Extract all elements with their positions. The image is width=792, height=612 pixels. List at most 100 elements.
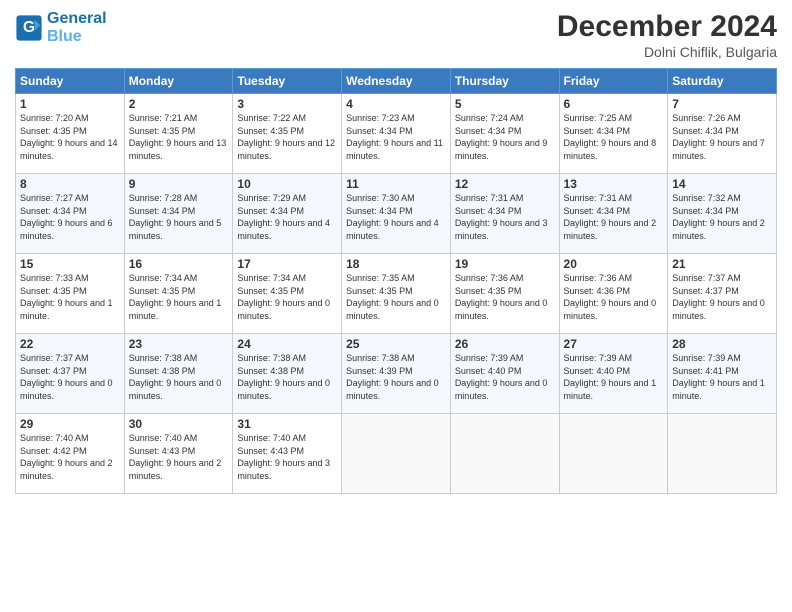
calendar-cell: 11Sunrise: 7:30 AMSunset: 4:34 PMDayligh… xyxy=(342,174,451,254)
day-info: Sunrise: 7:39 AMSunset: 4:40 PMDaylight:… xyxy=(564,352,664,402)
day-number: 22 xyxy=(20,337,120,351)
calendar-cell: 18Sunrise: 7:35 AMSunset: 4:35 PMDayligh… xyxy=(342,254,451,334)
day-info: Sunrise: 7:38 AMSunset: 4:38 PMDaylight:… xyxy=(129,352,229,402)
day-info: Sunrise: 7:22 AMSunset: 4:35 PMDaylight:… xyxy=(237,112,337,162)
calendar-cell: 16Sunrise: 7:34 AMSunset: 4:35 PMDayligh… xyxy=(124,254,233,334)
logo-icon: G xyxy=(15,14,43,42)
calendar-cell: 9Sunrise: 7:28 AMSunset: 4:34 PMDaylight… xyxy=(124,174,233,254)
day-number: 27 xyxy=(564,337,664,351)
calendar-cell: 4Sunrise: 7:23 AMSunset: 4:34 PMDaylight… xyxy=(342,94,451,174)
day-info: Sunrise: 7:21 AMSunset: 4:35 PMDaylight:… xyxy=(129,112,229,162)
calendar-cell xyxy=(668,414,777,494)
weekday-header-wednesday: Wednesday xyxy=(342,69,451,94)
calendar-cell: 26Sunrise: 7:39 AMSunset: 4:40 PMDayligh… xyxy=(450,334,559,414)
day-info: Sunrise: 7:37 AMSunset: 4:37 PMDaylight:… xyxy=(672,272,772,322)
day-number: 21 xyxy=(672,257,772,271)
calendar-cell: 19Sunrise: 7:36 AMSunset: 4:35 PMDayligh… xyxy=(450,254,559,334)
weekday-header-saturday: Saturday xyxy=(668,69,777,94)
day-number: 8 xyxy=(20,177,120,191)
weekday-header-monday: Monday xyxy=(124,69,233,94)
calendar-cell: 28Sunrise: 7:39 AMSunset: 4:41 PMDayligh… xyxy=(668,334,777,414)
day-info: Sunrise: 7:28 AMSunset: 4:34 PMDaylight:… xyxy=(129,192,229,242)
calendar-table: SundayMondayTuesdayWednesdayThursdayFrid… xyxy=(15,68,777,494)
day-number: 10 xyxy=(237,177,337,191)
calendar-cell: 25Sunrise: 7:38 AMSunset: 4:39 PMDayligh… xyxy=(342,334,451,414)
day-info: Sunrise: 7:24 AMSunset: 4:34 PMDaylight:… xyxy=(455,112,555,162)
day-info: Sunrise: 7:34 AMSunset: 4:35 PMDaylight:… xyxy=(237,272,337,322)
day-info: Sunrise: 7:33 AMSunset: 4:35 PMDaylight:… xyxy=(20,272,120,322)
calendar-page: G General Blue December 2024 Dolni Chifl… xyxy=(0,0,792,612)
calendar-cell: 24Sunrise: 7:38 AMSunset: 4:38 PMDayligh… xyxy=(233,334,342,414)
calendar-cell xyxy=(450,414,559,494)
day-info: Sunrise: 7:40 AMSunset: 4:43 PMDaylight:… xyxy=(129,432,229,482)
day-info: Sunrise: 7:39 AMSunset: 4:40 PMDaylight:… xyxy=(455,352,555,402)
day-info: Sunrise: 7:38 AMSunset: 4:39 PMDaylight:… xyxy=(346,352,446,402)
day-info: Sunrise: 7:40 AMSunset: 4:43 PMDaylight:… xyxy=(237,432,337,482)
title-block: December 2024 Dolni Chiflik, Bulgaria xyxy=(557,10,777,60)
calendar-cell: 23Sunrise: 7:38 AMSunset: 4:38 PMDayligh… xyxy=(124,334,233,414)
month-title: December 2024 xyxy=(557,10,777,44)
calendar-cell: 1Sunrise: 7:20 AMSunset: 4:35 PMDaylight… xyxy=(16,94,125,174)
day-info: Sunrise: 7:31 AMSunset: 4:34 PMDaylight:… xyxy=(455,192,555,242)
day-info: Sunrise: 7:35 AMSunset: 4:35 PMDaylight:… xyxy=(346,272,446,322)
calendar-cell: 27Sunrise: 7:39 AMSunset: 4:40 PMDayligh… xyxy=(559,334,668,414)
day-info: Sunrise: 7:30 AMSunset: 4:34 PMDaylight:… xyxy=(346,192,446,242)
day-info: Sunrise: 7:20 AMSunset: 4:35 PMDaylight:… xyxy=(20,112,120,162)
calendar-cell: 7Sunrise: 7:26 AMSunset: 4:34 PMDaylight… xyxy=(668,94,777,174)
day-number: 30 xyxy=(129,417,229,431)
day-number: 23 xyxy=(129,337,229,351)
week-row-1: 1Sunrise: 7:20 AMSunset: 4:35 PMDaylight… xyxy=(16,94,777,174)
calendar-cell: 14Sunrise: 7:32 AMSunset: 4:34 PMDayligh… xyxy=(668,174,777,254)
calendar-cell xyxy=(342,414,451,494)
calendar-cell: 29Sunrise: 7:40 AMSunset: 4:42 PMDayligh… xyxy=(16,414,125,494)
location: Dolni Chiflik, Bulgaria xyxy=(557,44,777,60)
day-info: Sunrise: 7:36 AMSunset: 4:35 PMDaylight:… xyxy=(455,272,555,322)
svg-text:G: G xyxy=(23,19,35,36)
day-number: 17 xyxy=(237,257,337,271)
header: G General Blue December 2024 Dolni Chifl… xyxy=(15,10,777,60)
calendar-cell: 17Sunrise: 7:34 AMSunset: 4:35 PMDayligh… xyxy=(233,254,342,334)
calendar-cell: 31Sunrise: 7:40 AMSunset: 4:43 PMDayligh… xyxy=(233,414,342,494)
calendar-cell: 12Sunrise: 7:31 AMSunset: 4:34 PMDayligh… xyxy=(450,174,559,254)
calendar-cell: 5Sunrise: 7:24 AMSunset: 4:34 PMDaylight… xyxy=(450,94,559,174)
day-number: 9 xyxy=(129,177,229,191)
day-info: Sunrise: 7:29 AMSunset: 4:34 PMDaylight:… xyxy=(237,192,337,242)
weekday-header-friday: Friday xyxy=(559,69,668,94)
day-info: Sunrise: 7:32 AMSunset: 4:34 PMDaylight:… xyxy=(672,192,772,242)
calendar-cell: 3Sunrise: 7:22 AMSunset: 4:35 PMDaylight… xyxy=(233,94,342,174)
day-info: Sunrise: 7:36 AMSunset: 4:36 PMDaylight:… xyxy=(564,272,664,322)
week-row-3: 15Sunrise: 7:33 AMSunset: 4:35 PMDayligh… xyxy=(16,254,777,334)
day-number: 14 xyxy=(672,177,772,191)
day-number: 16 xyxy=(129,257,229,271)
calendar-cell: 22Sunrise: 7:37 AMSunset: 4:37 PMDayligh… xyxy=(16,334,125,414)
calendar-cell: 6Sunrise: 7:25 AMSunset: 4:34 PMDaylight… xyxy=(559,94,668,174)
day-info: Sunrise: 7:40 AMSunset: 4:42 PMDaylight:… xyxy=(20,432,120,482)
day-number: 29 xyxy=(20,417,120,431)
day-number: 18 xyxy=(346,257,446,271)
day-number: 25 xyxy=(346,337,446,351)
week-row-5: 29Sunrise: 7:40 AMSunset: 4:42 PMDayligh… xyxy=(16,414,777,494)
day-number: 5 xyxy=(455,97,555,111)
calendar-cell: 8Sunrise: 7:27 AMSunset: 4:34 PMDaylight… xyxy=(16,174,125,254)
day-number: 7 xyxy=(672,97,772,111)
day-number: 1 xyxy=(20,97,120,111)
calendar-cell: 30Sunrise: 7:40 AMSunset: 4:43 PMDayligh… xyxy=(124,414,233,494)
day-number: 13 xyxy=(564,177,664,191)
calendar-cell xyxy=(559,414,668,494)
weekday-header-sunday: Sunday xyxy=(16,69,125,94)
logo: G General Blue xyxy=(15,10,107,45)
day-info: Sunrise: 7:39 AMSunset: 4:41 PMDaylight:… xyxy=(672,352,772,402)
calendar-cell: 13Sunrise: 7:31 AMSunset: 4:34 PMDayligh… xyxy=(559,174,668,254)
calendar-cell: 2Sunrise: 7:21 AMSunset: 4:35 PMDaylight… xyxy=(124,94,233,174)
week-row-2: 8Sunrise: 7:27 AMSunset: 4:34 PMDaylight… xyxy=(16,174,777,254)
day-number: 28 xyxy=(672,337,772,351)
weekday-header-thursday: Thursday xyxy=(450,69,559,94)
day-number: 12 xyxy=(455,177,555,191)
day-number: 11 xyxy=(346,177,446,191)
calendar-cell: 21Sunrise: 7:37 AMSunset: 4:37 PMDayligh… xyxy=(668,254,777,334)
calendar-cell: 15Sunrise: 7:33 AMSunset: 4:35 PMDayligh… xyxy=(16,254,125,334)
day-info: Sunrise: 7:25 AMSunset: 4:34 PMDaylight:… xyxy=(564,112,664,162)
day-number: 26 xyxy=(455,337,555,351)
weekday-header-row: SundayMondayTuesdayWednesdayThursdayFrid… xyxy=(16,69,777,94)
day-number: 4 xyxy=(346,97,446,111)
